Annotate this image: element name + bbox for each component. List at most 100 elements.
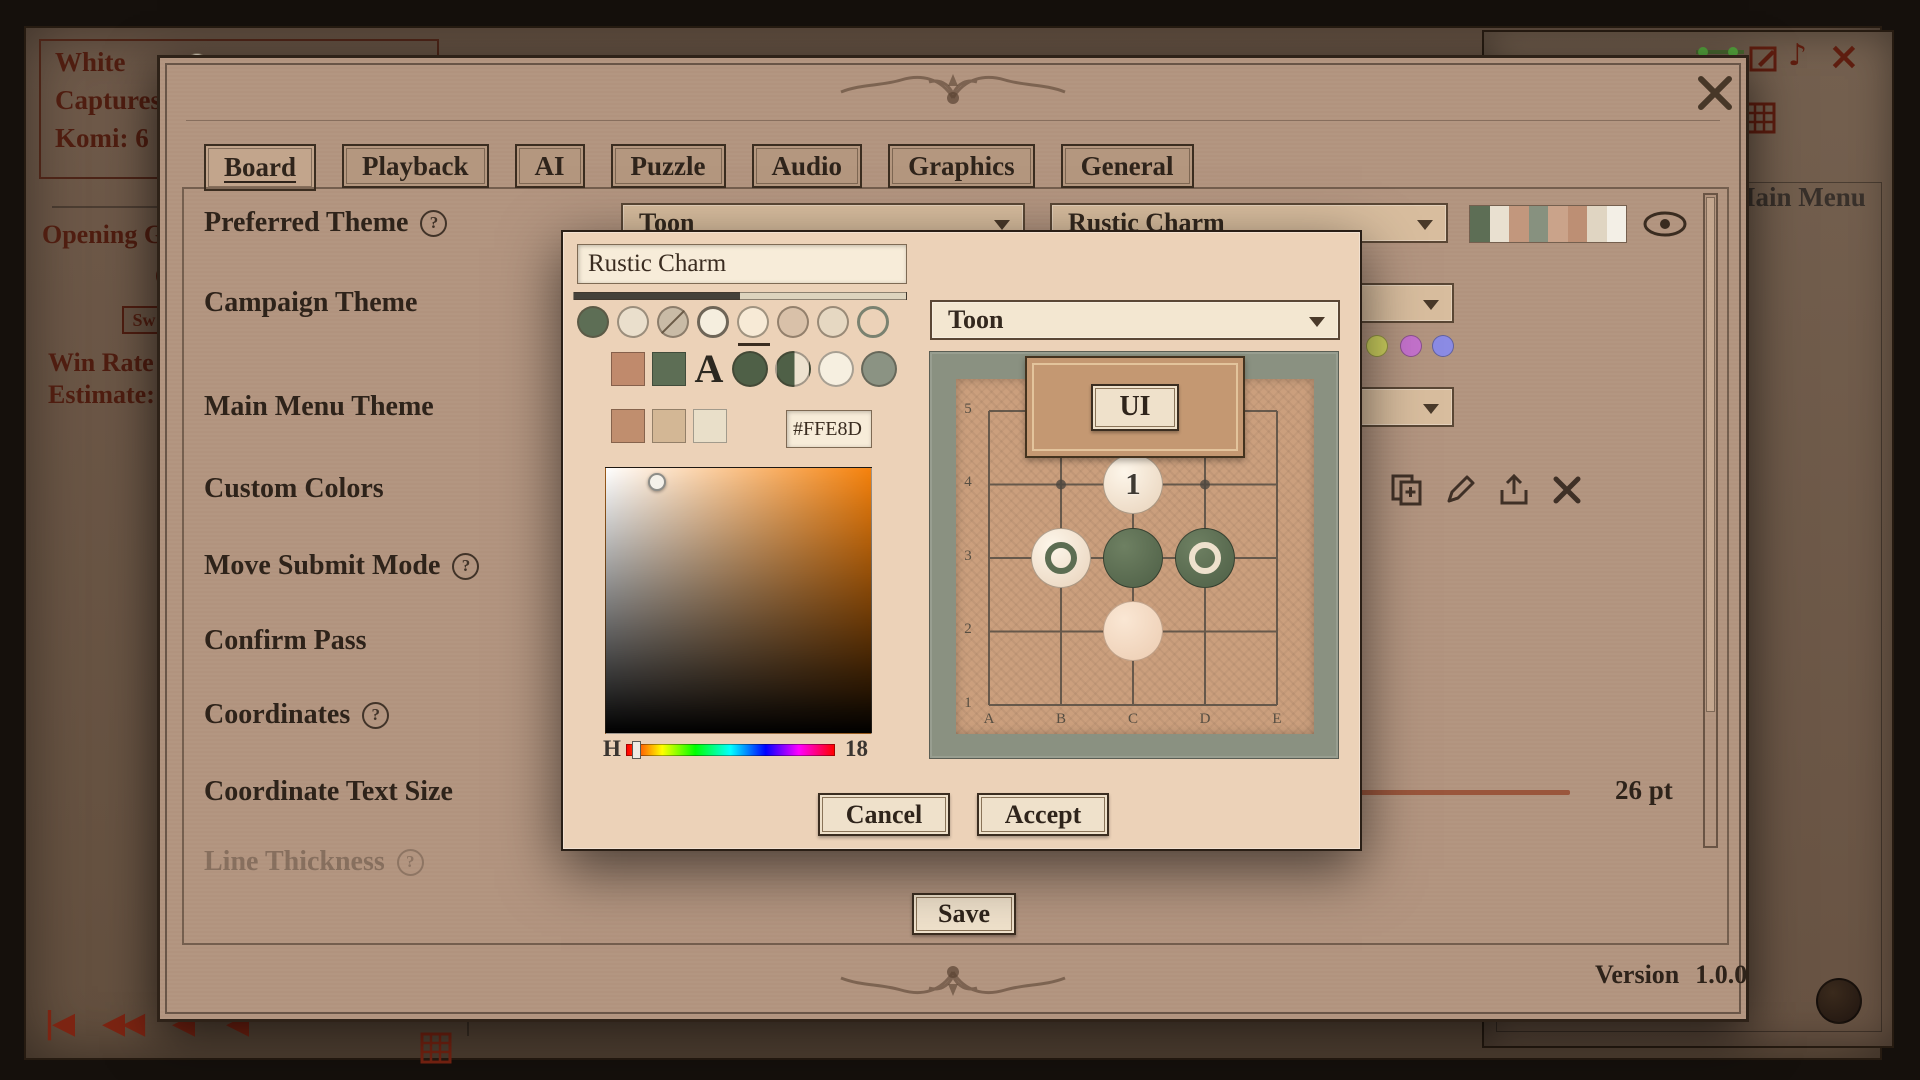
- tab-graphics[interactable]: Graphics: [888, 144, 1035, 188]
- jump-start-button[interactable]: |◀: [44, 1006, 72, 1041]
- help-icon[interactable]: ?: [452, 553, 479, 580]
- label-text: Coordinates: [204, 699, 350, 731]
- save-button-label: Save: [938, 899, 990, 929]
- help-icon[interactable]: ?: [397, 849, 424, 876]
- element-letter-swatch[interactable]: A: [693, 351, 725, 387]
- preview-eye-icon[interactable]: [1642, 208, 1688, 240]
- duplicate-color-icon[interactable]: [1389, 472, 1425, 508]
- edit-window-icon[interactable]: [1746, 40, 1782, 76]
- chevron-down-icon: [994, 220, 1010, 230]
- palette-swatch-empty[interactable]: [857, 306, 889, 338]
- label-text: Coordinate Text Size: [204, 776, 453, 808]
- hex-color-input[interactable]: [786, 410, 872, 448]
- board-grid-icon[interactable]: [418, 1030, 454, 1066]
- element-stone-split[interactable]: [775, 351, 811, 387]
- scrollbar-handle[interactable]: [1706, 197, 1715, 712]
- accent-dot-magenta[interactable]: [1400, 335, 1422, 357]
- label-text: Custom Colors: [204, 473, 384, 505]
- hue-slider[interactable]: [626, 744, 835, 756]
- color-picker-dialog: A H 18 Toon: [561, 230, 1362, 851]
- ui-preview-button[interactable]: UI: [1091, 384, 1179, 431]
- tab-puzzle[interactable]: Puzzle: [611, 144, 726, 188]
- player-white-label: White: [55, 47, 126, 78]
- move-number: 1: [1104, 455, 1162, 513]
- tab-ai-label: AI: [535, 151, 565, 182]
- accent-dot-blue[interactable]: [1432, 335, 1454, 357]
- edit-pencil-icon[interactable]: [1442, 472, 1478, 508]
- version-value: 1.0.0: [1695, 960, 1747, 990]
- version-label: Version: [1595, 960, 1679, 990]
- cancel-button[interactable]: Cancel: [818, 793, 950, 836]
- rewind-button[interactable]: ◀◀: [102, 1006, 142, 1041]
- dropdown-value: Toon: [948, 305, 1003, 335]
- tab-board[interactable]: Board: [204, 144, 316, 191]
- ui-preview-panel-inner: UI: [1032, 363, 1238, 451]
- element-stone-light[interactable]: [818, 351, 854, 387]
- tab-general[interactable]: General: [1061, 144, 1194, 188]
- palette-swatch-selected[interactable]: [737, 306, 769, 338]
- help-icon[interactable]: ?: [420, 210, 447, 237]
- tab-puzzle-label: Puzzle: [631, 151, 706, 182]
- label-text: Confirm Pass: [204, 625, 367, 657]
- board-element-row: A: [611, 350, 897, 388]
- palette-swatch-custom[interactable]: [657, 306, 689, 338]
- color-picker-cursor[interactable]: [648, 473, 666, 491]
- black-stone-icon: [1816, 978, 1862, 1024]
- tab-board-label: Board: [224, 152, 296, 183]
- main-menu-label[interactable]: Main Menu: [1730, 182, 1866, 213]
- palette-swatch-tan[interactable]: [777, 306, 809, 338]
- palette-swatch-ring[interactable]: [697, 306, 729, 338]
- tab-ai[interactable]: AI: [515, 144, 585, 188]
- accept-button[interactable]: Accept: [977, 793, 1109, 836]
- strip-swatch: [1587, 206, 1607, 242]
- line-thickness-label: Line Thickness ?: [204, 844, 424, 880]
- ui-preview-panel: UI: [1025, 356, 1245, 458]
- palette-swatch-green[interactable]: [577, 306, 609, 338]
- palette-swatch-pale[interactable]: [817, 306, 849, 338]
- preview-theme-dropdown[interactable]: Toon: [930, 300, 1340, 340]
- board-preview-frame: 5 4 3 2 1 A B C D E 1: [929, 351, 1339, 759]
- hue-value: 18: [845, 736, 868, 762]
- label-text: Preferred Theme: [204, 207, 408, 239]
- wood-swatch-mid[interactable]: [652, 409, 686, 443]
- settings-scrollbar[interactable]: [1703, 193, 1718, 848]
- confirm-pass-label: Confirm Pass: [204, 623, 367, 659]
- hue-slider-handle[interactable]: [632, 741, 641, 759]
- palette-swatch-cream[interactable]: [617, 306, 649, 338]
- row-coordinate: 2: [958, 621, 978, 638]
- strip-swatch: [1607, 206, 1627, 242]
- label-text: Main Menu Theme: [204, 391, 434, 423]
- stone-green: [1103, 528, 1163, 588]
- tab-playback[interactable]: Playback: [342, 144, 489, 188]
- col-coordinate: B: [1051, 711, 1071, 728]
- delete-color-icon[interactable]: [1549, 472, 1585, 508]
- tab-audio[interactable]: Audio: [752, 144, 863, 188]
- help-icon[interactable]: ?: [362, 702, 389, 729]
- element-swatch-green[interactable]: [652, 352, 686, 386]
- label-text: Campaign Theme: [204, 287, 417, 319]
- coordinate-size-slider[interactable]: [1338, 790, 1570, 795]
- element-stone-grey[interactable]: [861, 351, 897, 387]
- bottom-flourish-ornament: [803, 956, 1103, 1004]
- wood-swatch-dark[interactable]: [611, 409, 645, 443]
- music-icon[interactable]: ♪: [1788, 38, 1807, 73]
- row-coordinate: 4: [958, 474, 978, 491]
- stone-accent: [1103, 601, 1163, 661]
- save-button[interactable]: Save: [912, 893, 1016, 935]
- estimate-label: Estimate:: [48, 380, 155, 410]
- wood-swatch-row: [611, 409, 727, 443]
- close-dialog-icon[interactable]: [1694, 72, 1736, 114]
- accent-dot-yellow[interactable]: [1366, 335, 1388, 357]
- settings-tabs: Board Playback AI Puzzle Audio Graphics …: [204, 144, 1194, 188]
- theme-name-input[interactable]: [577, 244, 907, 284]
- strip-swatch: [1509, 206, 1529, 242]
- wood-swatch-light[interactable]: [693, 409, 727, 443]
- close-window-icon[interactable]: ×: [1828, 34, 1860, 78]
- element-swatch-wood[interactable]: [611, 352, 645, 386]
- coordinate-size-value: 26 pt: [1615, 775, 1673, 806]
- saturation-value-picker[interactable]: [605, 467, 872, 734]
- main-menu-theme-label: Main Menu Theme: [204, 389, 434, 425]
- element-stone-dark[interactable]: [732, 351, 768, 387]
- col-coordinate: E: [1267, 711, 1287, 728]
- export-icon[interactable]: [1496, 472, 1532, 508]
